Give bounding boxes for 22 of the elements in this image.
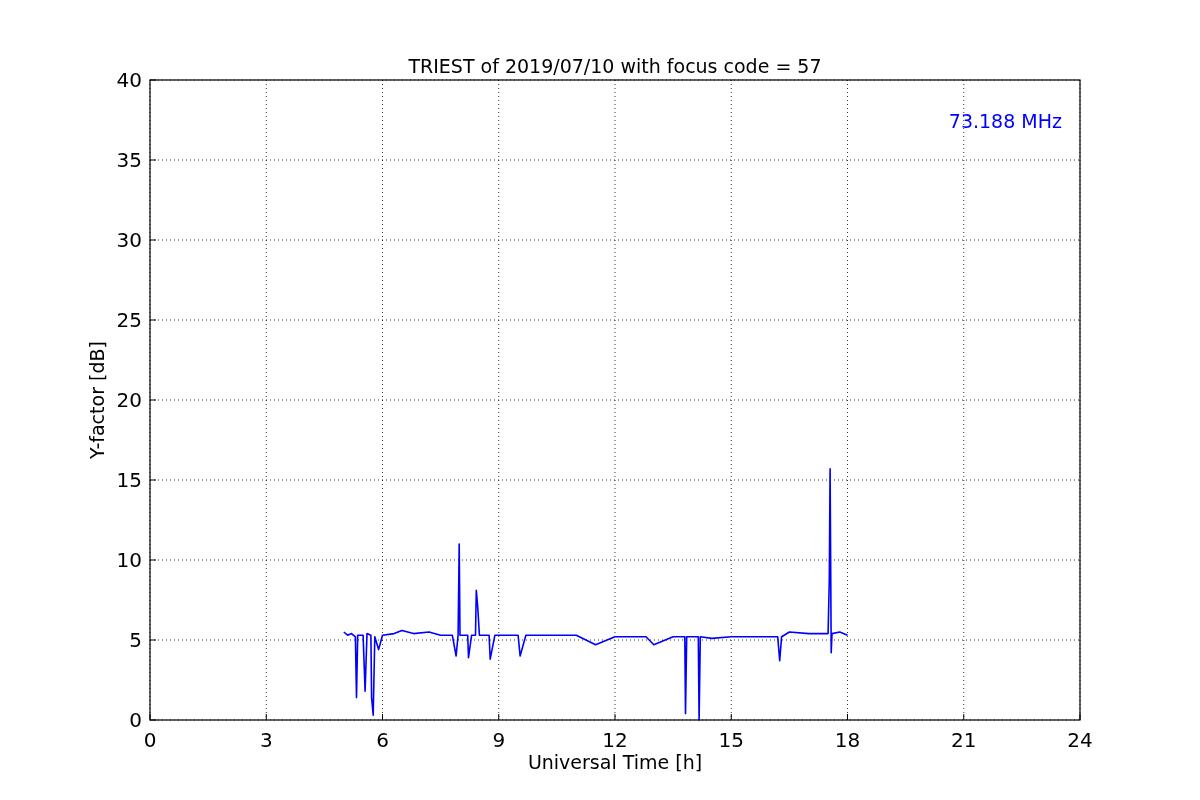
y-tick-label: 20 — [116, 388, 142, 412]
y-tick-label: 15 — [116, 468, 142, 492]
x-tick-label: 6 — [376, 728, 389, 752]
x-tick-label: 24 — [1067, 728, 1093, 752]
y-tick-label: 30 — [116, 228, 142, 252]
y-tick-label: 25 — [116, 308, 142, 332]
x-tick-label: 18 — [834, 728, 861, 752]
y-tick-label: 35 — [116, 148, 142, 172]
x-axis-label: Universal Time [h] — [527, 751, 703, 773]
x-tick-label: 15 — [718, 728, 744, 752]
y-tick-label: 40 — [116, 68, 142, 92]
x-tick-label: 3 — [259, 728, 273, 752]
x-tick-label: 0 — [143, 728, 157, 752]
x-tick-label: 9 — [492, 728, 506, 752]
y-tick-label: 5 — [129, 628, 142, 652]
chart-title: TRIEST of 2019/07/10 with focus code = 57 — [408, 55, 822, 77]
y-axis-label: Y-factor [dB] — [86, 341, 108, 459]
frequency-annotation: 73.188 MHz — [948, 110, 1062, 132]
y-tick-label: 10 — [116, 548, 142, 572]
x-tick-label: 21 — [951, 728, 977, 752]
x-tick-label: 12 — [602, 728, 628, 752]
y-tick-label: 0 — [129, 708, 142, 732]
